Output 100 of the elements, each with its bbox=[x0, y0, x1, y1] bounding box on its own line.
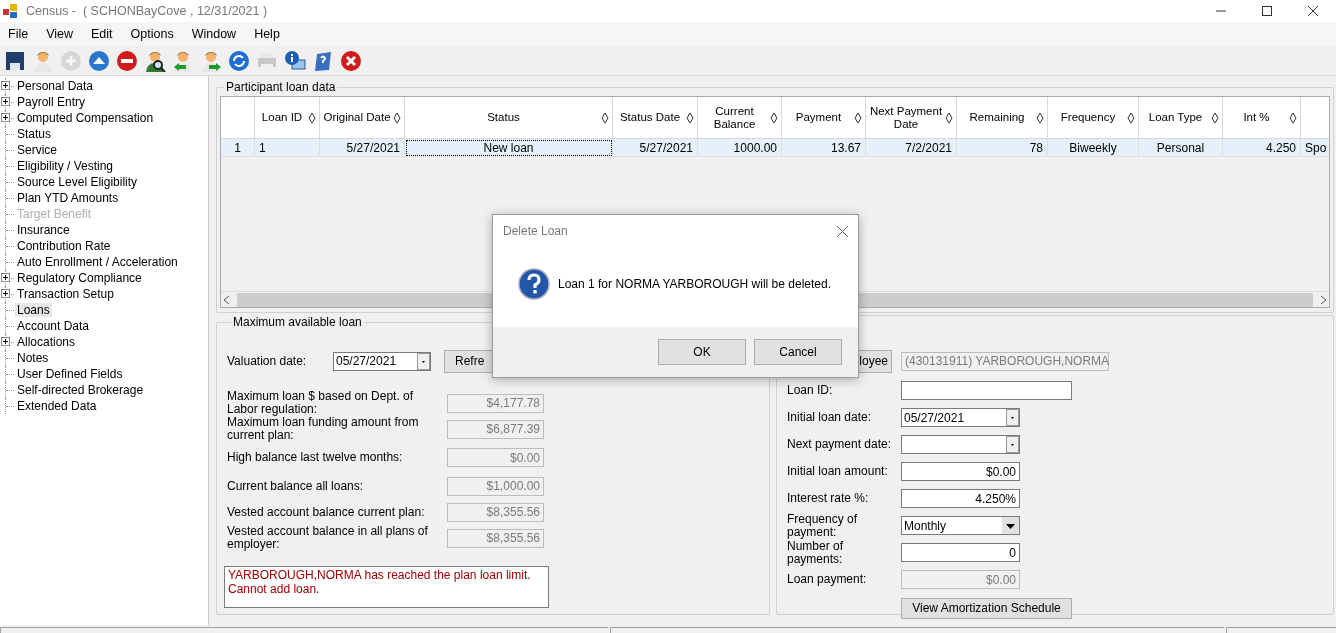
corner-header bbox=[221, 97, 255, 139]
text-field[interactable] bbox=[901, 381, 1072, 400]
number-field[interactable]: 0 bbox=[901, 543, 1020, 562]
field-label: Frequency of payment: bbox=[787, 512, 859, 539]
tree-item[interactable]: User Defined Fields bbox=[15, 367, 125, 381]
expand-icon[interactable] bbox=[1, 81, 10, 90]
tree-item[interactable]: Account Data bbox=[15, 319, 92, 333]
tree-item[interactable]: Allocations bbox=[15, 335, 78, 349]
column-header[interactable]: Payment bbox=[782, 97, 866, 139]
group-title: Participant loan data bbox=[225, 80, 337, 94]
tree-item[interactable]: Personal Data bbox=[15, 79, 96, 93]
employee-field: (430131911) YARBOROUGH,NORMA bbox=[901, 351, 1109, 371]
table-cell: 13.67 bbox=[782, 139, 866, 157]
field-label: Interest rate %: bbox=[787, 492, 870, 505]
table-cell: New loan bbox=[405, 139, 613, 157]
field-label: Valuation date: bbox=[227, 354, 308, 368]
field-label: Initial loan amount: bbox=[787, 465, 889, 478]
tree-item[interactable]: Plan YTD Amounts bbox=[15, 191, 121, 205]
column-header[interactable]: Frequency bbox=[1048, 97, 1139, 139]
column-header[interactable]: Status Date bbox=[613, 97, 698, 139]
readonly-field: $8,355.56 bbox=[447, 502, 544, 522]
sort-icon[interactable] bbox=[770, 111, 778, 124]
sort-icon[interactable] bbox=[601, 111, 609, 124]
tree-item[interactable]: Regulatory Compliance bbox=[15, 271, 144, 285]
sort-icon[interactable] bbox=[1127, 111, 1135, 124]
table-cell: 5/27/2021 bbox=[320, 139, 405, 157]
readonly-field: $6,877.39 bbox=[447, 419, 544, 439]
table-cell: Biweekly bbox=[1048, 139, 1139, 157]
tree-item[interactable]: Insurance bbox=[15, 223, 72, 237]
menu-item[interactable]: View bbox=[39, 25, 81, 43]
sort-icon[interactable] bbox=[1289, 111, 1297, 124]
column-header[interactable]: Next Payment Date bbox=[866, 97, 957, 139]
expand-icon[interactable] bbox=[1, 289, 10, 298]
group-title: Maximum available loan bbox=[232, 315, 363, 329]
dropdown-icon[interactable] bbox=[1002, 517, 1019, 534]
tree-item[interactable]: Status bbox=[15, 127, 54, 141]
field-label: High balance last twelve months: bbox=[227, 451, 404, 464]
column-header[interactable]: Current Balance bbox=[698, 97, 782, 139]
field-label: Current balance all loans: bbox=[227, 479, 365, 493]
field-label: Initial loan date: bbox=[787, 411, 873, 424]
field-label: Vested account balance current plan: bbox=[227, 505, 426, 519]
tree-item[interactable]: Notes bbox=[15, 351, 51, 365]
readonly-field: $4,177.78 bbox=[447, 393, 544, 413]
tree-item[interactable]: Transaction Setup bbox=[15, 287, 116, 301]
menu-item[interactable]: Options bbox=[123, 25, 181, 43]
field-label: Number of payments: bbox=[787, 539, 845, 566]
table-cell: 1 bbox=[255, 139, 320, 157]
question-icon bbox=[518, 268, 550, 300]
date-field[interactable]: 05/27/2021 bbox=[333, 351, 431, 371]
menu-item[interactable]: File bbox=[1, 25, 36, 43]
tree-item[interactable]: Extended Data bbox=[15, 399, 99, 413]
combo-box[interactable]: Monthly bbox=[901, 516, 1020, 535]
tree-item[interactable]: Payroll Entry bbox=[15, 95, 88, 109]
dialog-button[interactable]: Cancel bbox=[754, 339, 842, 365]
expand-icon[interactable] bbox=[1, 337, 10, 346]
menu-item[interactable]: Edit bbox=[84, 25, 120, 43]
sort-icon[interactable] bbox=[854, 111, 862, 124]
expand-icon[interactable] bbox=[1, 97, 10, 106]
amortization-schedule-button[interactable]: View Amortization Schedule bbox=[901, 597, 1072, 619]
sort-icon[interactable] bbox=[945, 111, 953, 124]
date-field[interactable] bbox=[901, 435, 1020, 454]
window-title: Census - ( SCHONBayCove , 12/31/2021 ) bbox=[26, 4, 269, 18]
menu-item[interactable]: Window bbox=[184, 25, 244, 43]
table-cell: 5/27/2021 bbox=[613, 139, 698, 157]
tree-item[interactable]: Auto Enrollment / Acceleration bbox=[15, 255, 180, 269]
column-header[interactable]: Loan Type bbox=[1139, 97, 1223, 139]
sort-icon[interactable] bbox=[1211, 111, 1219, 124]
tree-item[interactable]: Computed Compensation bbox=[15, 111, 156, 125]
column-header[interactable]: Original Date bbox=[320, 97, 405, 139]
dialog-button[interactable]: OK bbox=[658, 339, 746, 365]
tree-item[interactable]: Contribution Rate bbox=[15, 239, 113, 253]
tree-item[interactable]: Service bbox=[15, 143, 59, 157]
tree-item[interactable]: Eligibility / Vesting bbox=[15, 159, 116, 173]
sort-icon[interactable] bbox=[1036, 111, 1044, 124]
column-header[interactable]: Int % bbox=[1223, 97, 1301, 139]
expand-icon[interactable] bbox=[1, 113, 10, 122]
menu-item[interactable]: Help bbox=[247, 25, 287, 43]
tree-item[interactable]: Self-directed Brokerage bbox=[15, 383, 146, 397]
sort-icon[interactable] bbox=[308, 111, 316, 124]
row-header[interactable]: 1 bbox=[221, 139, 255, 157]
tree-item[interactable]: Loans bbox=[15, 303, 52, 317]
table-cell: 1000.00 bbox=[698, 139, 782, 157]
field-label: Loan ID: bbox=[787, 384, 834, 397]
date-field[interactable]: 05/27/2021 bbox=[901, 408, 1020, 427]
column-header[interactable]: Status bbox=[405, 97, 613, 139]
column-header[interactable]: Remaining bbox=[957, 97, 1048, 139]
readonly-field: $8,355.56 bbox=[447, 528, 544, 548]
number-field[interactable]: 4.250% bbox=[901, 489, 1020, 508]
field-label: Next payment date: bbox=[787, 438, 893, 451]
table-cell: Personal bbox=[1139, 139, 1223, 157]
sort-icon[interactable] bbox=[393, 111, 401, 124]
tree-item[interactable]: Source Level Eligibility bbox=[15, 175, 140, 189]
maximize-icon[interactable] bbox=[1262, 6, 1272, 16]
close-icon[interactable] bbox=[837, 225, 848, 237]
number-field[interactable]: $0.00 bbox=[901, 462, 1020, 481]
sort-icon[interactable] bbox=[686, 111, 694, 124]
expand-icon[interactable] bbox=[1, 273, 10, 282]
column-header[interactable]: Loan ID bbox=[255, 97, 320, 139]
warning-message: YARBOROUGH,NORMA has reached the plan loan limit. Cannot add loan. bbox=[224, 566, 549, 608]
close-icon[interactable] bbox=[1308, 6, 1318, 16]
